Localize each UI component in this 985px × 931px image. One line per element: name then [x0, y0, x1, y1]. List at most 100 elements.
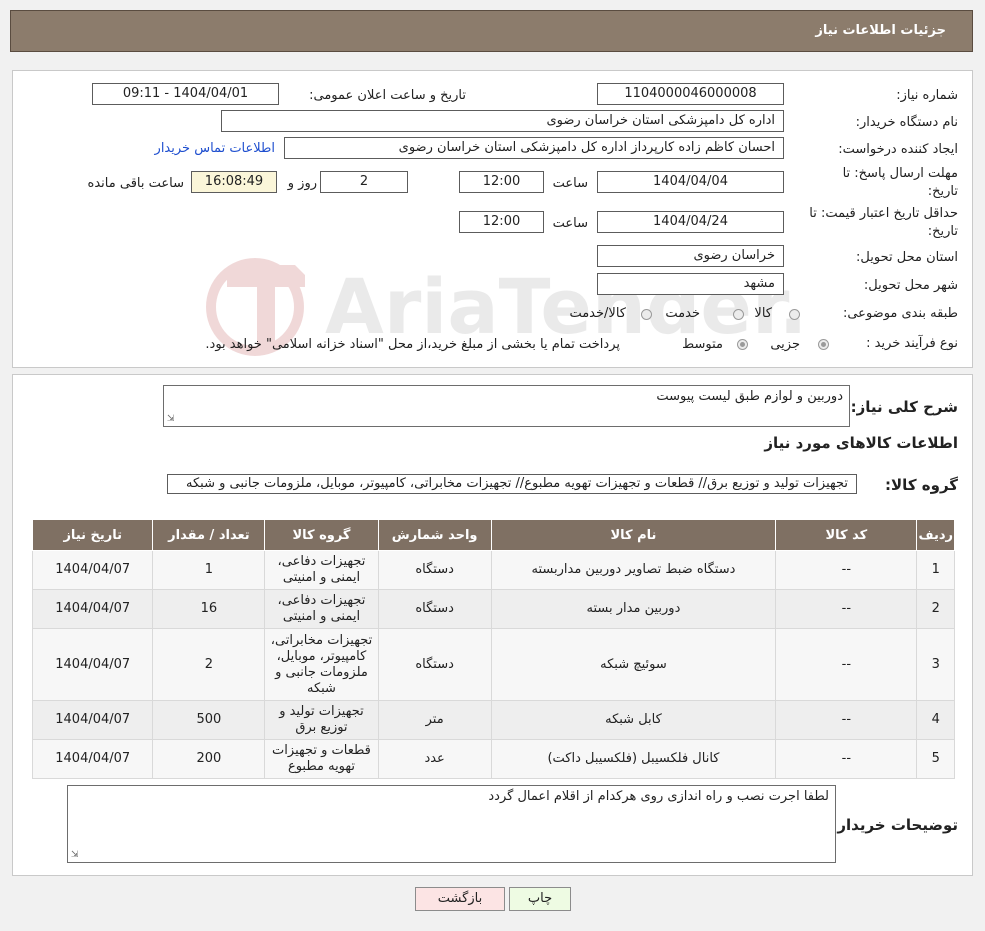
validity-label: حداقل تاریخ اعتبار قیمت: تا [809, 206, 958, 221]
col-header-row-number: ردیف [916, 519, 955, 551]
col-header-group: گروه کالا [264, 519, 379, 551]
table-header-row: ردیف کد کالا نام کالا واحد شمارش گروه کا… [31, 519, 955, 551]
col-header-date: تاریخ نیاز [31, 519, 154, 551]
cell-group: تجهیزات تولید و توزیع برق [264, 700, 379, 740]
province-label: استان محل تحویل: [856, 250, 958, 265]
cell-quantity: 16 [152, 589, 266, 629]
print-button[interactable]: چاپ [509, 887, 571, 911]
need-number-field: 1104000046000008 [597, 83, 784, 105]
city-field: مشهد [597, 273, 784, 295]
summary-label: شرح کلی نیاز: [850, 398, 958, 416]
purchase-radio-medium[interactable] [737, 339, 748, 350]
cell-date: 1404/04/07 [31, 739, 154, 779]
table-row: 3 -- سوئیچ شبکه دستگاه تجهیزات مخابراتی،… [31, 628, 955, 701]
cell-row-number: 3 [916, 628, 955, 701]
cell-code: -- [775, 628, 918, 701]
cell-date: 1404/04/07 [31, 628, 154, 701]
category-option-goods-service: کالا/خدمت [569, 306, 626, 321]
cell-row-number: 2 [916, 589, 955, 629]
cell-quantity: 200 [152, 739, 266, 779]
purchase-note: پرداخت تمام یا بخشی از مبلغ خرید،از محل … [205, 337, 620, 352]
time-remaining-field: 16:08:49 [191, 171, 277, 193]
cell-quantity: 1 [152, 550, 266, 590]
category-option-goods: کالا [754, 306, 772, 321]
cell-quantity: 2 [152, 628, 266, 701]
category-radio-goods-service[interactable] [641, 309, 652, 320]
announce-field: 1404/04/01 - 09:11 [92, 83, 279, 105]
validity-time-field: 12:00 [459, 211, 544, 233]
buyer-contact-link[interactable]: اطلاعات تماس خریدار [155, 141, 275, 156]
announce-label: تاریخ و ساعت اعلان عمومی: [309, 88, 466, 103]
need-number-label: شماره نیاز: [896, 88, 958, 103]
items-section-title: اطلاعات کالاهای مورد نیاز [764, 434, 958, 452]
buyer-field: اداره کل دامپزشکی استان خراسان رضوی [221, 110, 784, 132]
cell-group: قطعات و تجهیزات تهویه مطبوع [264, 739, 379, 779]
cell-name: دستگاه ضبط تصاویر دوربین مداربسته [490, 550, 777, 590]
cell-row-number: 4 [916, 700, 955, 740]
deadline-hour-label: ساعت [552, 176, 588, 191]
table-row: 1 -- دستگاه ضبط تصاویر دوربین مداربسته د… [31, 550, 955, 590]
page-header: جزئیات اطلاعات نیاز [10, 10, 973, 52]
back-button[interactable]: بازگشت [415, 887, 505, 911]
cell-unit: متر [377, 700, 492, 740]
city-label: شهر محل تحویل: [863, 278, 958, 293]
cell-name: کابل شبکه [490, 700, 777, 740]
col-header-code: کد کالا [775, 519, 918, 551]
page-title: جزئیات اطلاعات نیاز [815, 23, 946, 38]
deadline-date-field: 1404/04/04 [597, 171, 784, 193]
validity-date-field: 1404/04/24 [597, 211, 784, 233]
col-header-quantity: تعداد / مقدار [152, 519, 266, 551]
category-option-service: خدمت [665, 306, 700, 321]
summary-text: دوربین و لوازم طبق لیست پیوست [656, 389, 843, 404]
resize-handle-icon: ⇲ [167, 414, 175, 424]
table-row: 2 -- دوربین مدار بسته دستگاه تجهیزات دفا… [31, 589, 955, 629]
cell-group: تجهیزات مخابراتی، کامپیوتر، موبایل، ملزو… [264, 628, 379, 701]
cell-date: 1404/04/07 [31, 700, 154, 740]
category-radio-service[interactable] [733, 309, 744, 320]
cell-code: -- [775, 550, 918, 590]
days-label: روز و [287, 176, 317, 191]
deadline-time-field: 12:00 [459, 171, 544, 193]
cell-date: 1404/04/07 [31, 550, 154, 590]
purchase-type-label: نوع فرآیند خرید : [866, 336, 958, 351]
cell-group: تجهیزات دفاعی، ایمنی و امنیتی [264, 550, 379, 590]
cell-group: تجهیزات دفاعی، ایمنی و امنیتی [264, 589, 379, 629]
purchase-radio-minor[interactable] [818, 339, 829, 350]
buyer-notes-text: لطفا اجرت نصب و راه اندازی روی هرکدام از… [488, 789, 829, 804]
cell-row-number: 1 [916, 550, 955, 590]
purchase-option-medium: متوسط [682, 337, 723, 352]
cell-code: -- [775, 589, 918, 629]
col-header-name: نام کالا [490, 519, 777, 551]
summary-field: دوربین و لوازم طبق لیست پیوست ⇲ [163, 385, 850, 427]
deadline-label-date: تاریخ: [927, 184, 958, 199]
resize-handle-icon: ⇲ [71, 850, 79, 860]
province-field: خراسان رضوی [597, 245, 784, 267]
creator-field: احسان کاظم زاده کارپرداز اداره کل دامپزش… [284, 137, 784, 159]
cell-code: -- [775, 700, 918, 740]
cell-row-number: 5 [916, 739, 955, 779]
category-label: طبقه بندی موضوعی: [842, 306, 958, 321]
cell-date: 1404/04/07 [31, 589, 154, 629]
days-remaining-field: 2 [320, 171, 408, 193]
cell-quantity: 500 [152, 700, 266, 740]
cell-name: کانال فلکسیبل (فلکسیبل داکت) [490, 739, 777, 779]
cell-code: -- [775, 739, 918, 779]
cell-unit: عدد [377, 739, 492, 779]
purchase-option-minor: جزیی [770, 337, 800, 352]
buyer-notes-field: لطفا اجرت نصب و راه اندازی روی هرکدام از… [67, 785, 836, 863]
remaining-label: ساعت باقی مانده [87, 176, 184, 191]
col-header-unit: واحد شمارش [377, 519, 492, 551]
table-row: 5 -- کانال فلکسیبل (فلکسیبل داکت) عدد قط… [31, 739, 955, 779]
buyer-notes-label: توضیحات خریدار: [831, 816, 958, 834]
items-table: ردیف کد کالا نام کالا واحد شمارش گروه کا… [31, 519, 955, 779]
cell-name: دوربین مدار بسته [490, 589, 777, 629]
cell-unit: دستگاه [377, 589, 492, 629]
cell-unit: دستگاه [377, 628, 492, 701]
table-row: 4 -- کابل شبکه متر تجهیزات تولید و توزیع… [31, 700, 955, 740]
buyer-label: نام دستگاه خریدار: [855, 115, 958, 130]
cell-name: سوئیچ شبکه [490, 628, 777, 701]
cell-unit: دستگاه [377, 550, 492, 590]
group-label: گروه کالا: [885, 476, 958, 494]
category-radio-goods[interactable] [789, 309, 800, 320]
validity-label-date: تاریخ: [927, 224, 958, 239]
